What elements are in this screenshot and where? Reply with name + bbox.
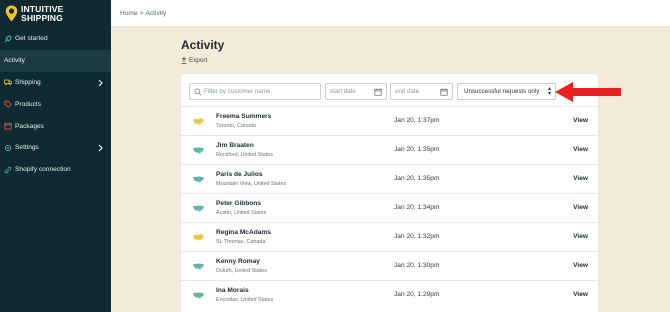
- customer-location: St. Thomas, Canada: [216, 239, 266, 245]
- sidebar-nav: Get started Activity Shipping Products P…: [0, 28, 111, 181]
- start-date-placeholder: start date: [330, 88, 356, 95]
- customer-location: Duluth, United States: [216, 268, 267, 274]
- link-icon: [4, 166, 12, 174]
- view-link[interactable]: View: [573, 117, 588, 124]
- request-date: Jan 20, 1:35pm: [394, 175, 440, 182]
- package-icon: [4, 122, 12, 130]
- search-icon: [194, 88, 202, 96]
- view-link[interactable]: View: [573, 233, 588, 240]
- breadcrumb-home[interactable]: Home: [120, 10, 138, 17]
- canada-flag-icon: [193, 234, 204, 241]
- sidebar-item-label: Get started: [15, 35, 48, 43]
- sidebar-item-products[interactable]: Products: [0, 93, 111, 115]
- canada-flag-icon: [193, 118, 204, 125]
- end-date-field[interactable]: end date: [390, 83, 453, 100]
- annotation-arrow-icon: [555, 82, 621, 102]
- sidebar-item-label: Shipping: [15, 78, 41, 86]
- table-row[interactable]: Kenny Romay Duluth, United States Jan 20…: [181, 251, 598, 280]
- location-pin-icon: [5, 5, 18, 22]
- customer-search-input[interactable]: Filter by customer name: [189, 83, 321, 100]
- customer-name: Regina McAdams: [216, 229, 271, 236]
- upload-icon: [181, 57, 187, 64]
- breadcrumb-separator: >: [139, 9, 144, 17]
- brand-logo[interactable]: INTUITIVE SHIPPING: [0, 0, 111, 27]
- activity-panel: Filter by customer name start date end d…: [181, 74, 598, 312]
- request-date: Jan 20, 1:32pm: [394, 233, 440, 240]
- request-date: Jan 20, 1:35pm: [394, 146, 440, 153]
- customer-location: Rockford, United States: [216, 152, 273, 158]
- usa-flag-icon: [193, 205, 204, 212]
- sidebar-item-shipping[interactable]: Shipping: [0, 72, 111, 94]
- end-date-placeholder: end date: [395, 88, 420, 95]
- sidebar-item-label: Packages: [15, 122, 44, 130]
- view-link[interactable]: View: [573, 262, 588, 269]
- view-link[interactable]: View: [573, 175, 588, 182]
- table-row[interactable]: Jim Braaten Rockford, United States Jan …: [181, 135, 598, 164]
- chevron-right-icon: [98, 79, 103, 87]
- customer-name: Freema Summers: [216, 113, 272, 120]
- truck-icon: [4, 78, 12, 86]
- customer-location: Austin, United States: [216, 210, 267, 216]
- sidebar-item-shopify-connection[interactable]: Shopify connection: [0, 159, 111, 181]
- usa-flag-icon: [193, 292, 204, 299]
- usa-flag-icon: [193, 147, 204, 154]
- export-button[interactable]: Export: [181, 57, 207, 64]
- table-row[interactable]: Regina McAdams St. Thomas, Canada Jan 20…: [181, 222, 598, 251]
- usa-flag-icon: [193, 176, 204, 183]
- usa-flag-icon: [193, 263, 204, 270]
- customer-name: Ina Morais: [216, 287, 249, 294]
- sidebar-item-packages[interactable]: Packages: [0, 115, 111, 137]
- breadcrumb-current: Activity: [145, 9, 167, 17]
- tag-icon: [4, 100, 12, 109]
- sidebar-item-get-started[interactable]: Get started: [0, 28, 111, 50]
- sidebar-item-settings[interactable]: Settings: [0, 137, 111, 159]
- export-label: Export: [189, 57, 208, 64]
- rocket-icon: [4, 35, 12, 43]
- customer-location: Toronto, Canada: [216, 123, 256, 129]
- sidebar-item-label: Activity: [4, 57, 25, 65]
- calendar-icon[interactable]: [440, 88, 448, 96]
- sidebar-item-activity[interactable]: Activity: [0, 49, 111, 72]
- customer-name: Peter Gibbons: [216, 200, 262, 207]
- breadcrumb: Home > Activity: [111, 0, 670, 27]
- customer-location: Mountain View, United States: [216, 181, 287, 187]
- customer-name: Kenny Romay: [216, 258, 260, 265]
- view-link[interactable]: View: [573, 146, 588, 153]
- table-row[interactable]: Freema Summers Toronto, Canada Jan 20, 1…: [181, 106, 598, 135]
- request-date: Jan 20, 1:34pm: [394, 204, 440, 211]
- table-row[interactable]: Paris de Julios Mountain View, United St…: [181, 164, 598, 193]
- gear-icon: [4, 144, 12, 152]
- customer-name: Paris de Julios: [216, 171, 263, 178]
- sidebar: INTUITIVE SHIPPING Get started Activity …: [0, 0, 111, 312]
- sidebar-item-label: Shopify connection: [15, 166, 71, 174]
- select-arrows-icon: ▴ ▾: [547, 86, 551, 97]
- start-date-field[interactable]: start date: [325, 83, 387, 100]
- request-date: Jan 20, 1:37pm: [394, 117, 440, 124]
- request-date: Jan 20, 1:30pm: [394, 262, 440, 269]
- request-date: Jan 20, 1:29pm: [394, 291, 440, 298]
- calendar-icon[interactable]: [374, 88, 382, 96]
- request-status-select[interactable]: Unsuccessful requests only ▴ ▾: [457, 83, 556, 100]
- table-row[interactable]: Ina Morais Encinitas, United States Jan …: [181, 280, 598, 309]
- request-status-value: Unsuccessful requests only: [464, 88, 540, 95]
- view-link[interactable]: View: [573, 204, 588, 211]
- view-link[interactable]: View: [573, 291, 588, 298]
- page-title: Activity: [181, 38, 225, 52]
- customer-location: Encinitas, United States: [216, 297, 274, 303]
- brand-name: INTUITIVE SHIPPING: [21, 3, 64, 23]
- sidebar-item-label: Settings: [15, 144, 39, 152]
- table-row[interactable]: Peter Gibbons Austin, United States Jan …: [181, 193, 598, 222]
- chevron-right-icon: [98, 144, 103, 152]
- customer-name: Jim Braaten: [216, 142, 254, 149]
- sidebar-item-label: Products: [15, 100, 42, 108]
- search-placeholder: Filter by customer name: [204, 88, 271, 95]
